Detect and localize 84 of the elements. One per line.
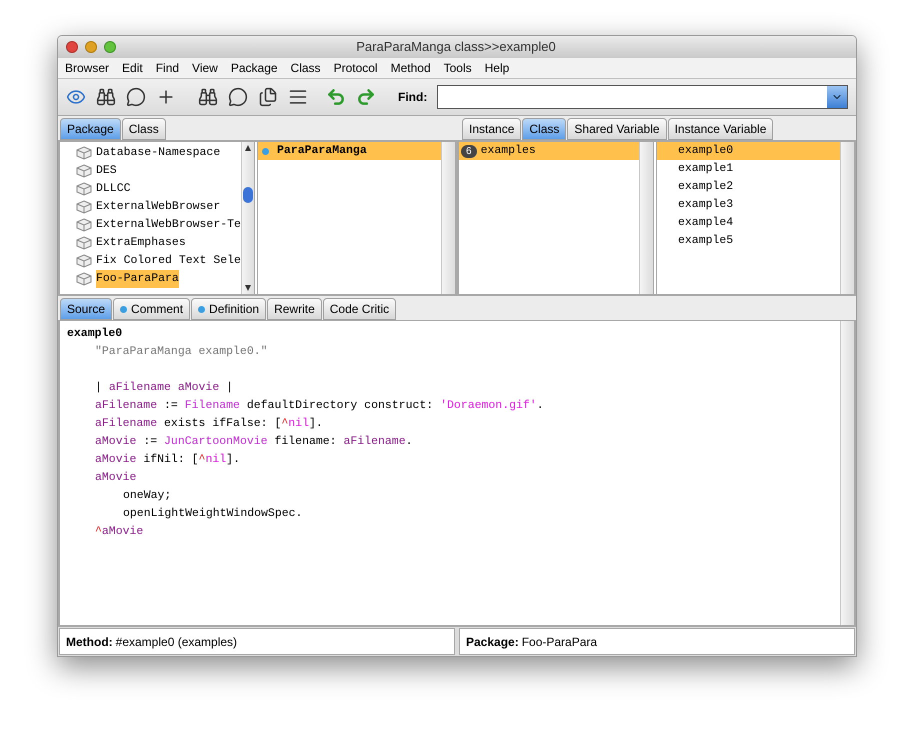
scrollbar[interactable] (840, 321, 854, 625)
close-button[interactable] (66, 41, 78, 53)
tab[interactable]: Code Critic (322, 298, 396, 320)
package-item[interactable]: ExtraEmphases (96, 234, 186, 252)
tab[interactable]: Instance (462, 118, 522, 140)
code-line: aMovie := JunCartoonMovie filename: aFilename. (95, 434, 413, 450)
find-label: Find: (398, 89, 428, 106)
scrollbar[interactable] (441, 142, 455, 294)
window-title: ParaParaManga class>>example0 (356, 38, 556, 56)
code-line: openLightWeightWindowSpec. (123, 506, 302, 522)
cube-icon (76, 200, 92, 214)
class-item[interactable]: ParaParaManga (258, 142, 441, 160)
category-list-row[interactable]: 6 examples (459, 142, 639, 160)
speech-bubble-icon[interactable] (228, 87, 248, 107)
menu-item[interactable]: Find (156, 59, 180, 77)
package-item[interactable]: Foo-ParaPara (96, 270, 179, 288)
package-item[interactable]: Database-Namespace (96, 144, 220, 162)
tab[interactable]: Shared Variable (567, 118, 667, 140)
tab[interactable]: Class (522, 118, 566, 140)
menu-item[interactable]: Tools (444, 59, 472, 77)
selector-list-row[interactable]: example1 (657, 160, 840, 178)
cube-icon (76, 164, 92, 178)
selector-list-row[interactable]: example0 (657, 142, 840, 160)
selector-list-row[interactable]: example4 (657, 214, 840, 232)
class-name: ParaParaManga (277, 143, 367, 160)
menu-item[interactable]: Class (290, 59, 321, 77)
package-item[interactable]: ExternalWebBrowser-Te (96, 216, 241, 234)
speech-bubble-icon[interactable] (126, 87, 146, 107)
scrollbar[interactable] (639, 142, 653, 294)
status-label: Method: (66, 634, 113, 650)
cube-icon (76, 236, 92, 250)
scrollbar[interactable] (240, 142, 254, 294)
tab[interactable]: Package (60, 118, 121, 140)
selector-list-row[interactable]: example2 (657, 178, 840, 196)
cube-icon (76, 272, 92, 286)
package-item[interactable]: Fix Colored Text Sele (96, 252, 241, 270)
find-field[interactable] (437, 85, 848, 109)
package-item[interactable]: DES (96, 162, 117, 180)
code-line: aFilename := Filename defaultDirectory construct: 'Doraemon.gif'. (95, 398, 544, 414)
binoculars-icon[interactable] (198, 87, 218, 107)
menu-item[interactable]: Package (230, 59, 278, 77)
menu-item[interactable]: Edit (122, 59, 143, 77)
menu-item[interactable]: Protocol (334, 59, 378, 77)
cube-icon (76, 218, 92, 232)
package-item[interactable]: ExternalWebBrowser (96, 198, 220, 216)
code-line: example0 (67, 326, 122, 342)
minimize-button[interactable] (85, 41, 97, 53)
zoom-button[interactable] (104, 41, 116, 53)
cube-icon (76, 254, 92, 268)
code-line: aMovie ifNil: [^nil]. (95, 452, 240, 468)
count-badge: 6 (461, 144, 477, 158)
menu-item[interactable]: Method (390, 59, 431, 77)
code-line: "ParaParaManga example0." (95, 344, 268, 360)
tab[interactable]: Source (60, 298, 112, 320)
tab[interactable]: Class (122, 118, 166, 140)
cube-icon (76, 182, 92, 196)
menu-item[interactable]: Browser (65, 59, 110, 77)
code-line: ^aMovie (95, 524, 144, 540)
selector-list-row[interactable]: example3 (657, 196, 840, 214)
tab[interactable]: Rewrite (267, 298, 322, 320)
code-line: oneWay; (123, 488, 172, 504)
undo-icon[interactable] (326, 87, 346, 107)
scroll-thumb[interactable] (243, 187, 254, 203)
code-line: aMovie (95, 470, 136, 486)
status-value: #example0 (examples) (116, 634, 238, 650)
code-line: | aFilename aMovie | (95, 380, 234, 396)
protocol-name: examples (480, 143, 536, 160)
package-item[interactable]: DLLCC (96, 180, 131, 198)
status-label: Package: (466, 634, 519, 650)
scrollbar[interactable] (840, 142, 854, 294)
code-line: aFilename exists ifFalse: [^nil]. (95, 416, 323, 432)
tab[interactable]: Definition (191, 298, 266, 320)
tab[interactable]: Instance Variable (668, 118, 774, 140)
documents-icon[interactable] (258, 87, 278, 107)
cube-icon (76, 146, 92, 160)
down-arrow-icon[interactable] (244, 284, 252, 292)
redo-icon[interactable] (356, 87, 376, 107)
status-value: Foo-ParaPara (522, 634, 598, 650)
menu-item[interactable]: View (192, 59, 218, 77)
binoculars-icon[interactable] (96, 87, 116, 107)
selector-list-row[interactable]: example5 (657, 232, 840, 250)
up-arrow-icon[interactable] (244, 144, 252, 152)
tab[interactable]: Comment (113, 298, 190, 320)
menu-item[interactable]: Help (484, 59, 510, 77)
